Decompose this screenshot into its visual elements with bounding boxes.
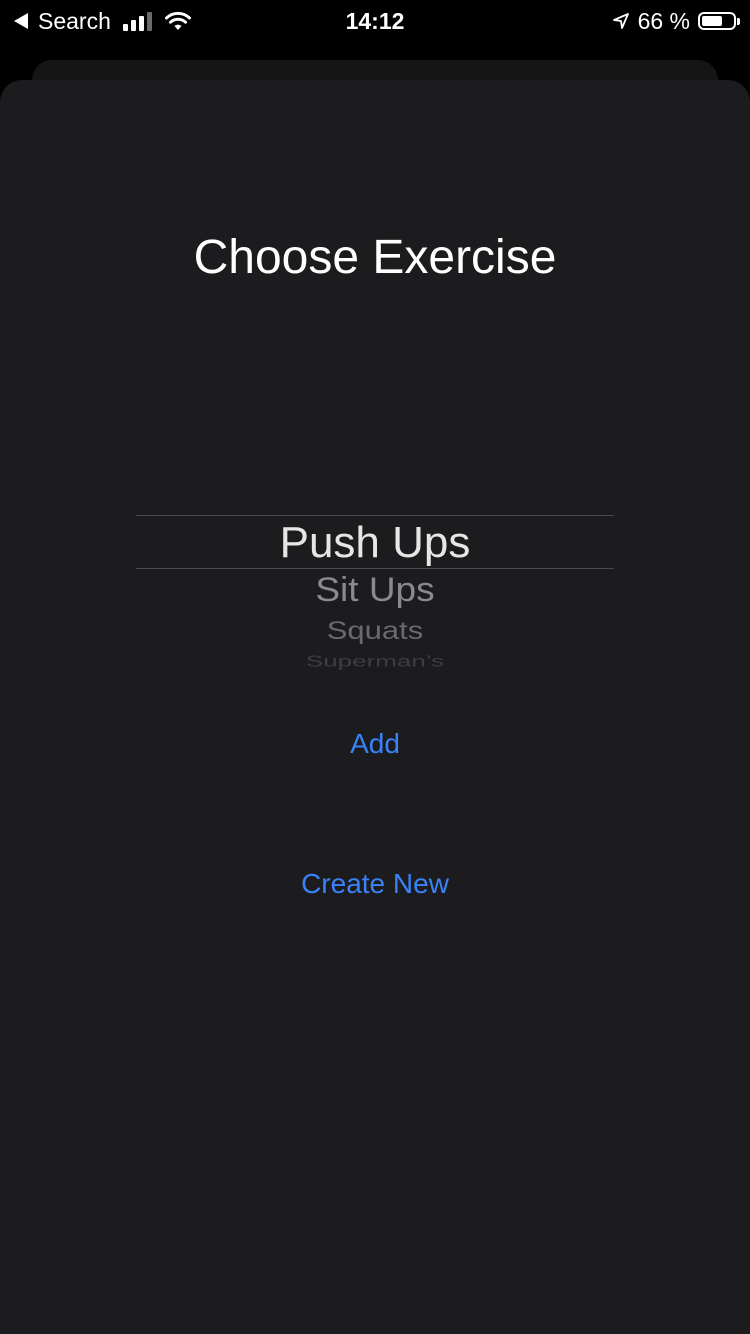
status-bar: Search 14:12 66 %: [0, 0, 750, 40]
picker-option[interactable]: Squats: [136, 617, 614, 645]
location-arrow-icon: [612, 13, 629, 29]
picker-selection-top-line: [136, 515, 614, 516]
battery-percent: 66 %: [637, 7, 690, 34]
battery-icon: [698, 12, 740, 30]
exercise-picker[interactable]: Push Ups Sit Ups Squats Superman’s: [136, 480, 614, 680]
battery-nub: [737, 18, 740, 25]
status-right: 66 %: [612, 6, 740, 36]
picker-option[interactable]: Sit Ups: [136, 571, 614, 609]
battery-fill: [702, 16, 722, 26]
page-title: Choose Exercise: [193, 231, 557, 284]
screen: Search 14:12 66 % Choose Exercise Push U…: [0, 0, 750, 1334]
add-button[interactable]: Add: [0, 726, 750, 762]
picker-selection-bottom-line: [136, 568, 614, 569]
picker-option[interactable]: Superman’s: [136, 652, 614, 671]
modal-sheet: Choose Exercise Push Ups Sit Ups Squats …: [0, 80, 750, 1334]
picker-option-selected[interactable]: Push Ups: [136, 520, 614, 566]
create-new-button[interactable]: Create New: [0, 866, 750, 902]
